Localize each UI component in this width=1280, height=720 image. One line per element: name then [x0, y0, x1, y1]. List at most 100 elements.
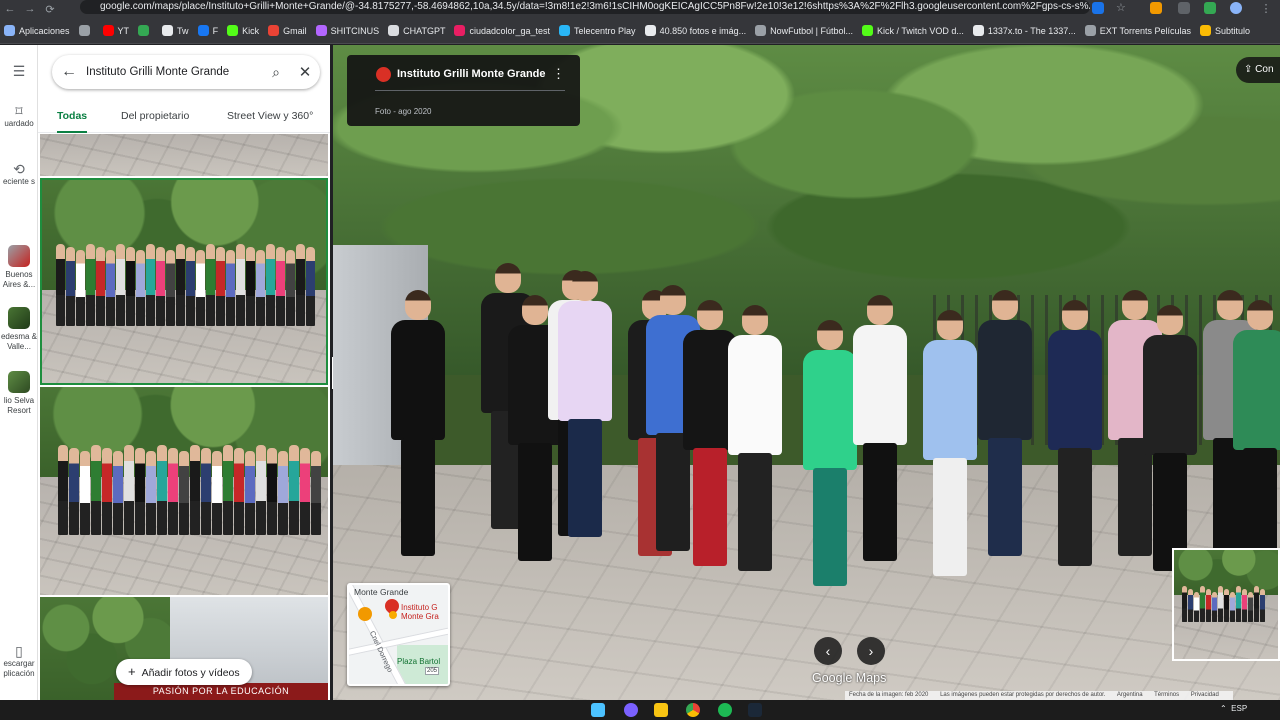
bookmark-label: 40.850 fotos e imág...: [659, 25, 747, 36]
bookmark-item[interactable]: Kick: [227, 25, 259, 36]
bookmark-item[interactable]: 40.850 fotos e imág...: [644, 25, 747, 36]
google-maps-logo: Google Maps: [812, 671, 887, 685]
menu-button[interactable]: ☰: [0, 63, 38, 79]
search-icon[interactable]: ⌕: [262, 64, 290, 81]
close-icon[interactable]: ✕: [290, 63, 320, 81]
person-head: [742, 305, 768, 335]
person-legs: [656, 433, 690, 551]
photo-viewer[interactable]: [333, 45, 1280, 700]
person: [201, 448, 211, 535]
person: [80, 451, 90, 535]
recent-place-buenos-aires[interactable]: Buenos Aires &...: [0, 245, 38, 290]
windows-start-icon[interactable]: [591, 703, 605, 717]
bookmark-item[interactable]: [138, 25, 153, 36]
menu-dots-icon[interactable]: ⋮: [1256, 2, 1276, 15]
place-title[interactable]: Instituto Grilli Monte Grande: [397, 68, 546, 80]
file-explorer-icon[interactable]: [654, 703, 668, 717]
bookmark-item[interactable]: NowFutbol | Fútbol...: [755, 25, 853, 36]
back-icon[interactable]: ←: [52, 63, 86, 81]
bookmark-item[interactable]: Gmail: [268, 25, 307, 36]
country-link[interactable]: Argentina: [1117, 692, 1143, 698]
extension-icon[interactable]: [1178, 2, 1190, 14]
photo-thumbnail-selected[interactable]: [40, 178, 328, 385]
address-bar[interactable]: google.com/maps/place/Instituto+Grilli+M…: [80, 0, 1090, 14]
next-photo-button[interactable]: ›: [857, 637, 885, 665]
person-torso: [853, 325, 907, 445]
person-head: [572, 271, 598, 301]
bookmark-item[interactable]: YT: [102, 25, 129, 36]
chevron-up-icon[interactable]: ⌃: [1220, 704, 1227, 713]
bookmark-favicon-icon: [4, 25, 15, 36]
recent-place-ledesma[interactable]: edesma & Valle...: [0, 307, 38, 352]
person: [196, 250, 205, 326]
recent-place-selva-resort[interactable]: lio Selva Resort: [0, 371, 38, 416]
minimap-street-label: Cnel Dorrego: [367, 629, 395, 674]
bookmark-label: NowFutbol | Fútbol...: [770, 25, 853, 36]
tab-owner[interactable]: Del propietario: [121, 101, 189, 133]
bookmark-item[interactable]: CHATGPT: [388, 25, 445, 36]
bookmark-item[interactable]: Aplicaciones: [4, 25, 70, 36]
system-tray[interactable]: ⌃ ESP: [1220, 704, 1247, 713]
person: [91, 445, 101, 535]
person-head: [817, 320, 843, 350]
reload-icon[interactable]: ⟳: [40, 3, 60, 16]
overview-thumbnail[interactable]: [1172, 548, 1280, 661]
bookmark-item[interactable]: Subtitulo: [1199, 25, 1250, 36]
extension-icon[interactable]: [1092, 2, 1104, 14]
spotify-icon[interactable]: [718, 703, 732, 717]
chrome-icon[interactable]: [686, 703, 700, 717]
back-arrow-icon[interactable]: ←: [0, 3, 20, 15]
star-icon[interactable]: ☆: [1116, 1, 1126, 14]
person: [96, 247, 105, 326]
bookmark-item[interactable]: Kick / Twitch VOD d...: [862, 25, 964, 36]
bookmark-label: F: [212, 25, 219, 36]
forward-arrow-icon[interactable]: →: [20, 3, 40, 15]
recent-button[interactable]: ⟲ eciente s: [0, 161, 38, 187]
extension-icon[interactable]: [1150, 2, 1162, 14]
person: [124, 445, 134, 535]
photo-thumbnail[interactable]: [40, 387, 328, 595]
image-date: Fecha de la imagen: feb 2020: [849, 692, 929, 698]
bookmark-item[interactable]: ciudadcolor_ga_test: [454, 25, 550, 36]
bookmark-item[interactable]: Tw: [162, 25, 189, 36]
bookmark-item[interactable]: [78, 25, 94, 36]
person: [1206, 589, 1211, 622]
more-options-icon[interactable]: ⋮: [552, 66, 565, 82]
add-photos-button[interactable]: + Añadir fotos y vídeos: [116, 659, 252, 685]
bookmark-item[interactable]: F: [197, 25, 219, 36]
keyboard-language[interactable]: ESP: [1231, 704, 1247, 713]
search-input[interactable]: Instituto Grilli Monte Grande: [86, 66, 262, 78]
bookmark-item[interactable]: Telecentro Play: [559, 25, 636, 36]
profile-avatar[interactable]: [1230, 2, 1242, 14]
tab-all[interactable]: Todas: [57, 101, 88, 133]
bookmark-item[interactable]: 1337x.to - The 1337...: [972, 25, 1076, 36]
person-torso: [391, 320, 445, 440]
share-button[interactable]: ⇪ Con: [1236, 57, 1280, 83]
bookmark-label: SHITCINUS: [330, 25, 380, 36]
extension-icon[interactable]: [1204, 2, 1216, 14]
steam-icon[interactable]: [748, 703, 762, 717]
person: [106, 250, 115, 326]
photo-thumbnail[interactable]: [40, 134, 328, 176]
bookmarks-bar: Aplicaciones YT Tw F Kick Gmail SHITCINUS CHATG…: [0, 18, 1280, 44]
search-box[interactable]: ← Instituto Grilli Monte Grande ⌕ ✕: [52, 55, 320, 89]
person: [300, 448, 310, 535]
saved-button[interactable]: ⌑ uardado: [0, 103, 38, 129]
download-app-label: escargar plicación: [3, 659, 35, 678]
bookmark-item[interactable]: SHITCINUS: [315, 25, 380, 36]
person: [289, 445, 299, 535]
route-badge: 205: [425, 667, 440, 675]
app-icon[interactable]: [624, 703, 638, 717]
previous-photo-button[interactable]: ‹: [814, 637, 842, 665]
tab-street-view[interactable]: Street View y 360°: [227, 101, 313, 133]
terms-link[interactable]: Términos: [1154, 692, 1179, 698]
bookmark-item[interactable]: EXT Torrents Películas: [1084, 25, 1191, 36]
minimap[interactable]: Monte Grande Instituto G Monte Gra Cnel …: [347, 583, 450, 686]
privacy-link[interactable]: Privacidad: [1191, 692, 1219, 698]
person: [176, 244, 185, 326]
recent-place-label: lio Selva Resort: [3, 396, 35, 415]
download-app-button[interactable]: ▯ escargar plicación: [0, 643, 38, 679]
person-legs: [568, 419, 602, 537]
person-head: [522, 295, 548, 325]
person-torso: [558, 301, 612, 421]
